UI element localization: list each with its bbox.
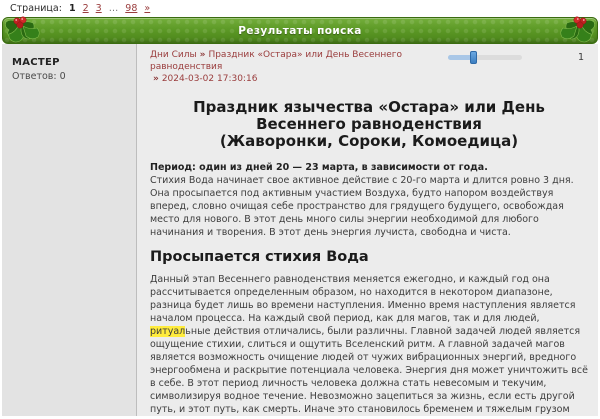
breadcrumb-separator: » xyxy=(200,50,206,60)
page-title: Результаты поиска xyxy=(238,25,362,37)
slider-handle[interactable] xyxy=(470,51,477,64)
breadcrumb-forum-link[interactable]: Дни Силы xyxy=(150,50,197,60)
author-replies-count: Ответов: 0 xyxy=(12,71,128,82)
pagination-page-2[interactable]: 2 xyxy=(83,3,89,14)
article-title-line1: Праздник язычества «Остара» или День Вес… xyxy=(193,98,545,133)
topic-header-right: 1 xyxy=(448,49,588,63)
period-line: Период: один из дней 20 — 23 марта, в за… xyxy=(150,161,588,174)
article-title: Праздник язычества «Остара» или День Вес… xyxy=(153,99,585,150)
section-heading-water: Просыпается стихия Вода xyxy=(150,251,588,264)
pagination: Страница: 1 2 3 … 98 » xyxy=(0,0,600,17)
author-sidebar: МАСТЕР Ответов: 0 xyxy=(2,44,137,416)
breadcrumb-separator: » xyxy=(153,74,159,84)
paragraph-1: Стихия Вода начинает свое активное дейст… xyxy=(150,174,588,239)
paragraph-2: Данный этап Весеннего равноденствия меня… xyxy=(150,273,588,416)
author-username: МАСТЕР xyxy=(12,57,128,68)
holly-icon-right xyxy=(551,14,597,46)
pagination-ellipsis: … xyxy=(109,3,119,14)
post-date-link[interactable]: 2024-03-02 17:30:16 xyxy=(162,74,258,84)
topic-position-slider[interactable] xyxy=(448,55,522,60)
pagination-label: Страница: xyxy=(10,3,62,14)
pagination-next-button[interactable]: » xyxy=(144,3,150,14)
pagination-last-page[interactable]: 98 xyxy=(125,3,137,14)
pagination-current-page: 1 xyxy=(69,3,76,14)
topic-header: Дни Силы»Праздник «Остара» или День Весе… xyxy=(150,49,588,85)
holly-icon-left xyxy=(3,14,49,46)
post-panel: Дни Силы»Праздник «Остара» или День Весе… xyxy=(137,44,598,416)
pagination-page-3[interactable]: 3 xyxy=(96,3,102,14)
content-area: МАСТЕР Ответов: 0 Дни Силы»Праздник «Ост… xyxy=(2,44,598,416)
post-body: Праздник язычества «Остара» или День Вес… xyxy=(150,99,588,416)
breadcrumb: Дни Силы»Праздник «Остара» или День Весе… xyxy=(150,49,448,85)
results-header-bar: Результаты поиска xyxy=(2,17,598,44)
article-title-line2: (Жаворонки, Сороки, Комоедица) xyxy=(220,132,518,150)
post-number-link[interactable]: 1 xyxy=(578,52,584,63)
